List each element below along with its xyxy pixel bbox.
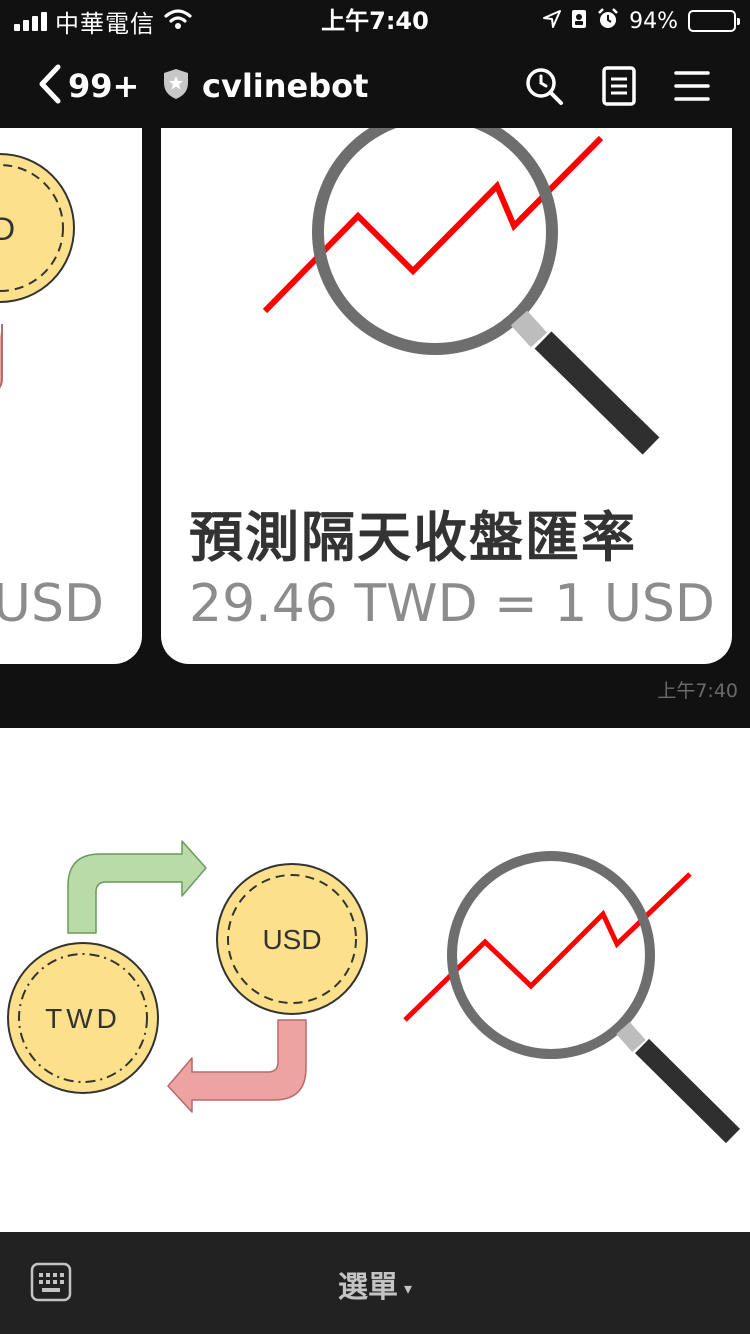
coin-label: D (0, 211, 15, 247)
message-timestamp: 上午7:40 (657, 680, 738, 702)
carousel-card-previous[interactable]: D USD (0, 128, 142, 664)
orientation-lock-icon (571, 9, 587, 33)
unread-count: 99+ (68, 67, 140, 105)
rich-menu: TWD USD (0, 728, 750, 1232)
rate-text: 29.46 TWD = 1 USD (189, 574, 715, 634)
shield-star-icon (162, 68, 190, 104)
chat-title-group[interactable]: cvlinebot (162, 62, 368, 110)
battery-percent: 94% (629, 8, 678, 34)
chat-title: cvlinebot (202, 67, 369, 105)
exchange-rate-menu-button[interactable]: TWD USD (0, 728, 375, 1232)
carousel-card-prediction[interactable]: 預測隔天收盤匯率 29.46 TWD = 1 USD (161, 128, 732, 664)
coin-twd-label: TWD (45, 1003, 121, 1034)
rate-text: USD (0, 574, 104, 634)
magnifier-trend-icon (262, 128, 660, 455)
notes-icon[interactable] (602, 66, 636, 106)
status-right: 94% (543, 6, 740, 36)
bottom-bar: 選單 ▾ (0, 1232, 750, 1334)
status-bar: 中華電信 上午7:40 94% (0, 0, 750, 44)
menu-icon[interactable] (674, 69, 710, 103)
chevron-left-icon (36, 64, 62, 108)
rich-menu-toggle[interactable]: 選單 ▾ (0, 1262, 750, 1306)
chat-area[interactable]: D USD 預測隔天收盤匯率 29.46 TWD = 1 USD 上午7:40 (0, 128, 750, 728)
battery-icon (688, 10, 740, 32)
currency-exchange-illustration: D (0, 153, 75, 389)
alarm-icon (597, 8, 619, 34)
search-icon[interactable] (524, 66, 564, 106)
back-button[interactable]: 99+ (36, 62, 139, 110)
card-title: 預測隔天收盤匯率 (189, 506, 637, 569)
nav-actions (524, 62, 710, 110)
location-icon (543, 10, 562, 32)
coin-usd-label: USD (262, 924, 321, 955)
currency-exchange-icon: TWD USD (7, 840, 368, 1113)
prediction-menu-button[interactable] (375, 728, 750, 1232)
menu-label: 選單 (337, 1270, 398, 1305)
chat-header: 99+ cvlinebot (0, 44, 750, 128)
magnifier-trend-icon (403, 851, 741, 1144)
caret-down-icon: ▾ (403, 1279, 413, 1298)
